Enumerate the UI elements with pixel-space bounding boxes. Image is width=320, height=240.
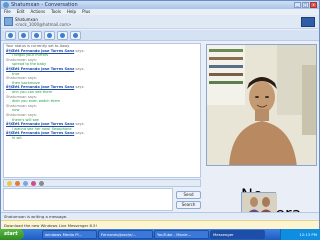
wink-icon[interactable]	[15, 181, 20, 186]
background-icon[interactable]	[23, 181, 28, 186]
invite-icon	[8, 33, 13, 38]
invite-button[interactable]	[5, 31, 16, 40]
send-button[interactable]: Send	[176, 191, 201, 199]
task-fernando[interactable]: Fernando/Jose/e/...	[98, 230, 153, 239]
sender-says: says:	[75, 131, 85, 136]
audio-button[interactable]	[44, 31, 55, 40]
games-button[interactable]	[70, 31, 81, 40]
sender-says: Shatumxan says:	[6, 112, 37, 117]
search-button[interactable]: Search	[176, 201, 201, 209]
sender-nick[interactable]: å¶Œéš Fernando Jose Torres Sanz	[6, 85, 74, 89]
audio-icon	[47, 33, 52, 38]
title-bar[interactable]: Shatumxan - Conversation _ □ x	[1, 1, 319, 9]
activities-button[interactable]	[57, 31, 68, 40]
emoticon-icon[interactable]	[7, 181, 12, 186]
close-button[interactable]: x	[310, 2, 317, 8]
sender-nick[interactable]: å¶Œéš Fernando Jose Torres Sanz	[6, 67, 74, 71]
messenger-logo	[301, 17, 315, 27]
maximize-button[interactable]: □	[302, 2, 309, 8]
taskbar: start windows Media Pl... Fernando/Jose/…	[0, 229, 320, 240]
window-title: Shatumxan - Conversation	[11, 2, 78, 8]
my-webcam-preview[interactable]	[241, 192, 277, 213]
webcam-button[interactable]	[31, 31, 42, 40]
webcam-view	[206, 44, 317, 166]
webcam-icon	[34, 33, 39, 38]
sender-nick[interactable]: å¶Œéš Fernando Jose Torres Sanz	[6, 49, 74, 53]
download-banner[interactable]: Download the new Windows Live Messenger …	[1, 220, 319, 229]
sender-says: Shatumxan says:	[6, 94, 37, 99]
sender-says: Shatumxan says:	[6, 57, 37, 62]
toolbar	[1, 30, 319, 41]
task-messenger[interactable]: Messenger	[210, 230, 265, 239]
webcam-image	[207, 45, 316, 165]
sender-says: says:	[75, 48, 85, 53]
messenger-icon	[3, 2, 9, 8]
conversation-window: Shatumxan - Conversation _ □ x File Edit…	[0, 0, 320, 229]
message-input[interactable]	[3, 188, 173, 211]
contact-header: Shatumxan <rock_1000@hotmail.com>	[1, 15, 319, 29]
my-webcam-image	[242, 193, 277, 213]
games-icon	[73, 33, 78, 38]
format-toolbar	[3, 179, 201, 187]
sender-says: Shatumxan says:	[6, 76, 37, 81]
task-youtube[interactable]: YouTube - Movie...	[154, 230, 209, 239]
activities-icon	[60, 33, 65, 38]
sender-says: Shatumxan says:	[6, 103, 37, 108]
contact-email: <rock_1000@hotmail.com>	[15, 22, 72, 27]
avatar[interactable]	[4, 17, 13, 26]
task-media-player[interactable]: windows Media Pl...	[42, 230, 97, 239]
sender-says: says:	[75, 85, 85, 90]
files-icon	[21, 33, 26, 38]
nudge-icon[interactable]	[31, 181, 36, 186]
window-controls: _ □ x	[294, 2, 317, 8]
start-button[interactable]: start	[0, 229, 24, 240]
chat-message: hi wit	[12, 135, 22, 140]
typing-status: Shatumxan is writing a message.	[1, 212, 319, 219]
font-icon[interactable]	[39, 181, 44, 186]
sender-says: says:	[75, 122, 85, 127]
sender-nick[interactable]: å¶Œéš Fernando Jose Torres Sanz	[6, 131, 74, 135]
chat-history[interactable]: Your status is currently set to Away. å¶Œ…	[3, 43, 201, 178]
send-files-button[interactable]	[18, 31, 29, 40]
system-tray-clock: 12:13 PM	[280, 229, 320, 240]
minimize-button[interactable]: _	[294, 2, 301, 8]
sender-says: says:	[75, 66, 85, 71]
sender-nick[interactable]: å¶Œéš Fernando Jose Torres Sanz	[6, 122, 74, 126]
